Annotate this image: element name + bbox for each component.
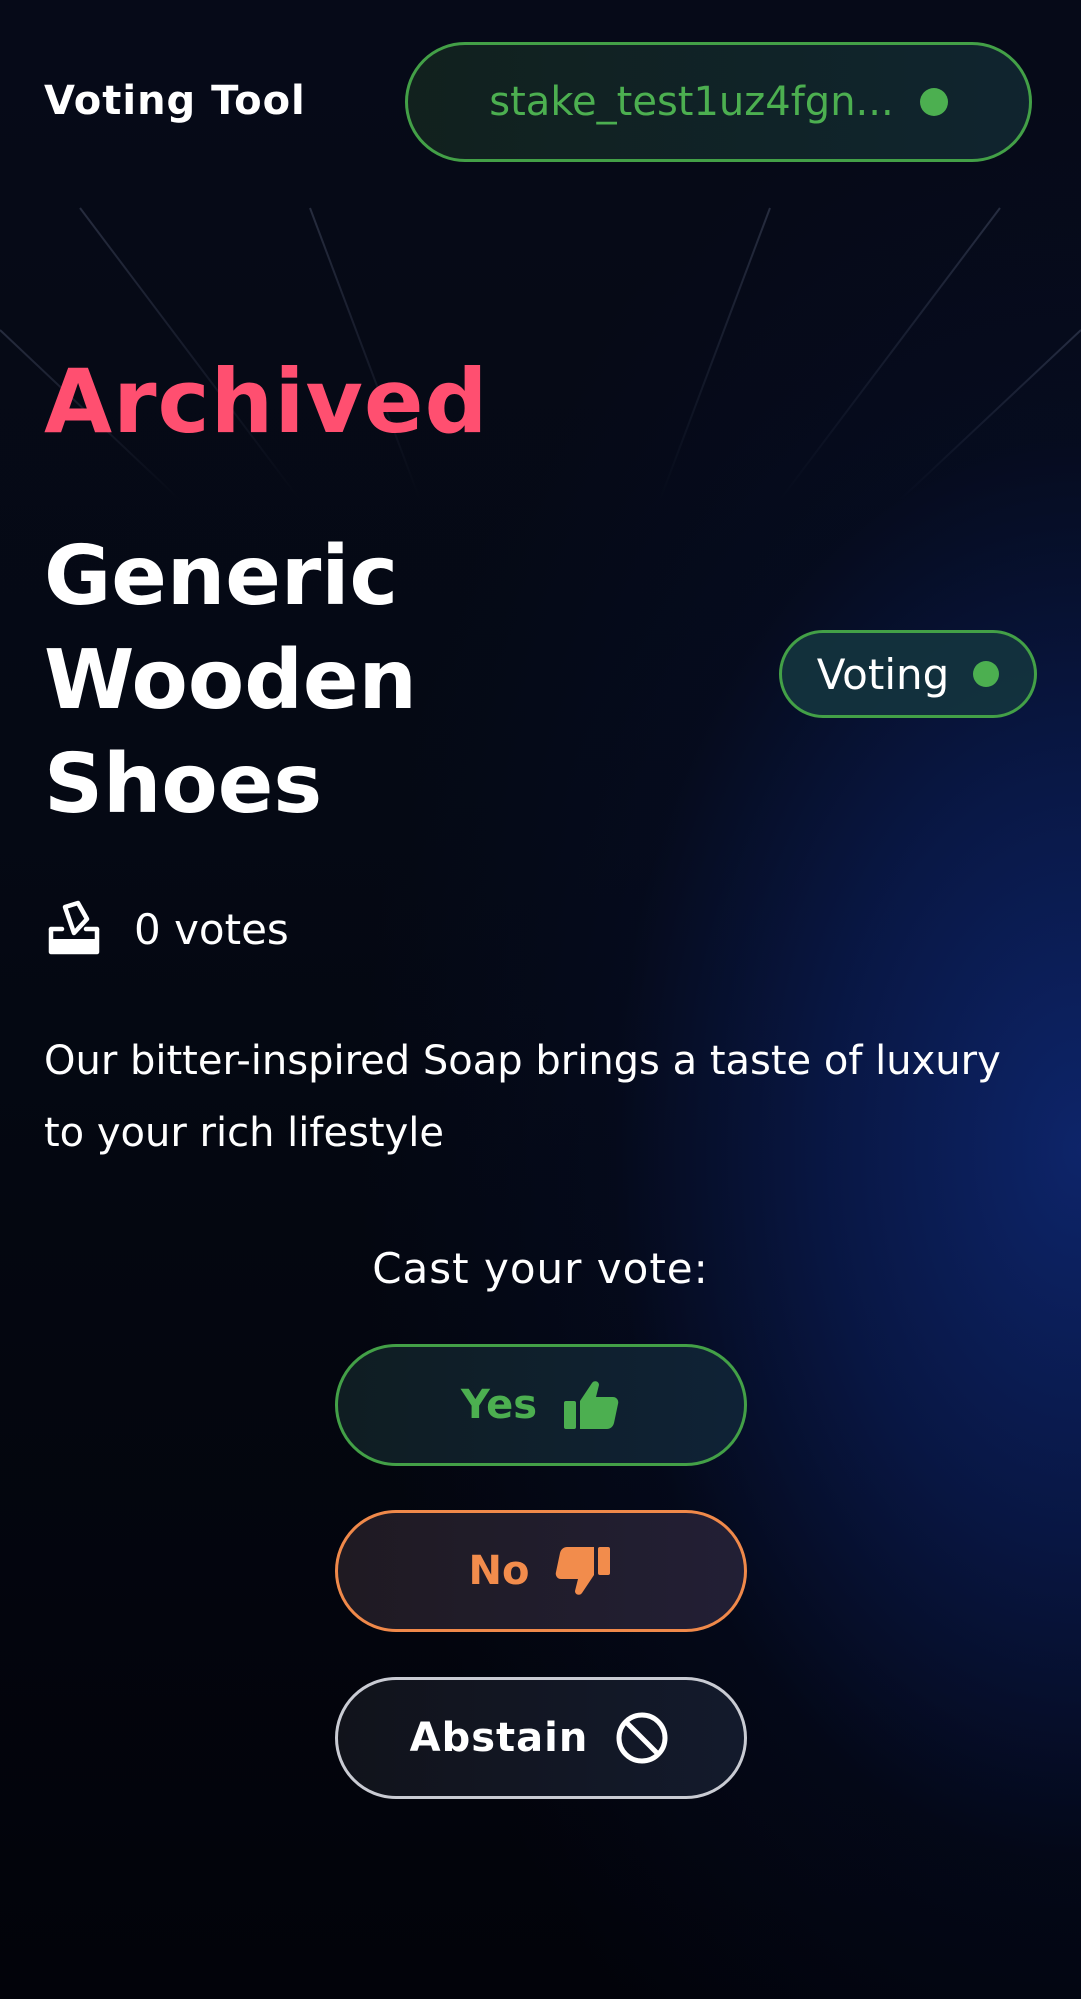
app-title: Voting Tool [44,78,306,124]
thumbs-up-icon [564,1381,619,1429]
vote-yes-label: Yes [460,1382,538,1428]
cast-vote-prompt: Cast your vote: [372,1244,709,1293]
proposal-description: Our bitter-inspired Soap brings a taste … [44,1038,1001,1156]
votes-count: 0 votes [134,904,289,954]
voting-status-label: Voting [816,649,950,699]
ballot-box-icon [48,900,100,955]
proposal-title: Generic Wooden Shoes [44,529,417,832]
vote-abstain-button[interactable]: Abstain [335,1677,747,1799]
vote-no-label: No [468,1548,530,1594]
thumbs-down-icon [556,1547,611,1595]
ban-icon [616,1712,668,1764]
top-bar: Voting Tool stake_test1uz4fgn... [0,0,1081,205]
vote-no-button[interactable]: No [335,1510,747,1632]
vote-yes-button[interactable]: Yes [335,1344,747,1466]
wallet-connect-button[interactable]: stake_test1uz4fgn... [405,42,1032,162]
voting-status-badge: Voting [779,630,1037,718]
wallet-address: stake_test1uz4fgn... [489,79,894,125]
proposal-state-heading: Archived [44,350,489,453]
votes-count-row: 0 votes [44,898,289,960]
voting-status-dot [973,661,1000,687]
connected-status-dot [919,88,948,116]
vote-abstain-label: Abstain [409,1715,589,1761]
